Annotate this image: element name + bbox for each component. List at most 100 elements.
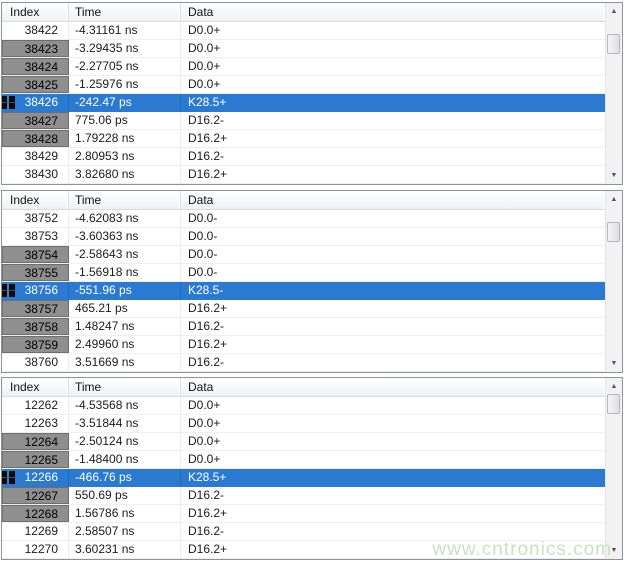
cell-data: D0.0+ — [181, 22, 605, 39]
column-header-data[interactable]: Data — [181, 378, 605, 396]
cell-time: 1.48247 ns — [69, 318, 181, 335]
table-row[interactable]: 38423 -3.29435 ns D0.0+ — [2, 40, 605, 58]
table-row[interactable]: 12262 -4.53568 ns D0.0+ — [2, 397, 605, 415]
table-row[interactable]: 12269 2.58507 ns D16.2- — [2, 523, 605, 541]
cell-data: K28.5+ — [181, 94, 605, 111]
cell-index: 38754 — [2, 246, 69, 263]
cell-index: 12264 — [2, 433, 69, 450]
cell-time: -242.47 ps — [69, 94, 181, 111]
table: Index Time Data 38752 -4.62083 ns D0.0- … — [2, 191, 605, 372]
cell-data: D0.0+ — [181, 451, 605, 468]
table-row[interactable]: 38424 -2.27705 ns D0.0+ — [2, 58, 605, 76]
cell-index: 38752 — [2, 210, 69, 227]
cell-time: 550.69 ps — [69, 487, 181, 504]
column-header-index[interactable]: Index — [2, 3, 69, 21]
table-row[interactable]: 38756 -551.96 ps K28.5- — [2, 282, 605, 300]
scroll-down-icon[interactable]: ▼ — [606, 355, 622, 372]
cell-index: 38760 — [2, 354, 69, 371]
table-row[interactable]: 38429 2.80953 ns D16.2- — [2, 148, 605, 166]
row-marker-icon — [2, 96, 15, 109]
cell-index: 38429 — [2, 148, 69, 165]
cell-data: K28.5- — [181, 282, 605, 299]
scroll-up-icon[interactable]: ▲ — [606, 191, 622, 208]
cell-time: 1.79228 ns — [69, 130, 181, 147]
cell-data: D16.2- — [181, 318, 605, 335]
table-row[interactable]: 38422 -4.31161 ns D0.0+ — [2, 22, 605, 40]
scroll-up-icon[interactable]: ▲ — [606, 378, 622, 395]
cell-time: 2.58507 ns — [69, 523, 181, 540]
cell-time: 3.51669 ns — [69, 354, 181, 371]
cell-data: D16.2+ — [181, 505, 605, 522]
column-header-time[interactable]: Time — [69, 191, 181, 209]
cell-data: D16.2- — [181, 112, 605, 129]
table-row[interactable]: 38428 1.79228 ns D16.2+ — [2, 130, 605, 148]
cell-data: D0.0- — [181, 210, 605, 227]
table-body: 38422 -4.31161 ns D0.0+ 38423 -3.29435 n… — [2, 22, 605, 184]
table-row[interactable]: 38757 465.21 ps D16.2+ — [2, 300, 605, 318]
listing-panel-3: Index Time Data 12262 -4.53568 ns D0.0+ … — [1, 377, 623, 560]
cell-time: -4.31161 ns — [69, 22, 181, 39]
vertical-scrollbar[interactable]: ▲ ▼ — [605, 378, 622, 559]
vertical-scrollbar[interactable]: ▲ ▼ — [605, 3, 622, 184]
cell-data: D16.2- — [181, 523, 605, 540]
cell-index: 38753 — [2, 228, 69, 245]
column-header-time[interactable]: Time — [69, 378, 181, 396]
cell-data: D16.2+ — [181, 166, 605, 183]
table-header: Index Time Data — [2, 3, 605, 22]
table-row[interactable]: 38754 -2.58643 ns D0.0- — [2, 246, 605, 264]
row-marker-icon — [2, 471, 15, 484]
cell-data: D0.0- — [181, 246, 605, 263]
cell-time: -2.27705 ns — [69, 58, 181, 75]
cell-data: D16.2+ — [181, 336, 605, 353]
table-row[interactable]: 12267 550.69 ps D16.2- — [2, 487, 605, 505]
table-row[interactable]: 12265 -1.48400 ns D0.0+ — [2, 451, 605, 469]
cell-data: D0.0+ — [181, 76, 605, 93]
column-header-index[interactable]: Index — [2, 378, 69, 396]
table-row[interactable]: 12270 3.60231 ns D16.2+ — [2, 541, 605, 559]
cell-data: D0.0- — [181, 264, 605, 281]
table-row[interactable]: 12268 1.56786 ns D16.2+ — [2, 505, 605, 523]
scroll-down-icon[interactable]: ▼ — [606, 542, 622, 559]
cell-time: 465.21 ps — [69, 300, 181, 317]
cell-time: -2.50124 ns — [69, 433, 181, 450]
cell-time: -4.53568 ns — [69, 397, 181, 414]
table-row[interactable]: 38760 3.51669 ns D16.2- — [2, 354, 605, 372]
cell-data: D0.0+ — [181, 433, 605, 450]
cell-time: 3.82680 ns — [69, 166, 181, 183]
table-row[interactable]: 38430 3.82680 ns D16.2+ — [2, 166, 605, 184]
column-header-time[interactable]: Time — [69, 3, 181, 21]
table-row[interactable]: 38425 -1.25976 ns D0.0+ — [2, 76, 605, 94]
scroll-up-icon[interactable]: ▲ — [606, 3, 622, 20]
cell-time: -3.60363 ns — [69, 228, 181, 245]
cell-index: 12265 — [2, 451, 69, 468]
cell-data: D0.0- — [181, 228, 605, 245]
scrollbar-thumb[interactable] — [607, 34, 620, 54]
cell-index: 38422 — [2, 22, 69, 39]
cell-time: -551.96 ps — [69, 282, 181, 299]
table-row[interactable]: 38752 -4.62083 ns D0.0- — [2, 210, 605, 228]
table-row[interactable]: 12263 -3.51844 ns D0.0+ — [2, 415, 605, 433]
scrollbar-thumb[interactable] — [607, 222, 620, 242]
table-row[interactable]: 38426 -242.47 ps K28.5+ — [2, 94, 605, 112]
cell-index: 38757 — [2, 300, 69, 317]
scrollbar-thumb[interactable] — [607, 394, 620, 414]
table-row[interactable]: 38759 2.49960 ns D16.2+ — [2, 336, 605, 354]
cell-data: D16.2- — [181, 487, 605, 504]
scroll-down-icon[interactable]: ▼ — [606, 167, 622, 184]
table-header: Index Time Data — [2, 191, 605, 210]
column-header-data[interactable]: Data — [181, 191, 605, 209]
table-row[interactable]: 12266 -466.76 ps K28.5+ — [2, 469, 605, 487]
table-row[interactable]: 38753 -3.60363 ns D0.0- — [2, 228, 605, 246]
table-row[interactable]: 38427 775.06 ps D16.2- — [2, 112, 605, 130]
column-header-data[interactable]: Data — [181, 3, 605, 21]
vertical-scrollbar[interactable]: ▲ ▼ — [605, 191, 622, 372]
table-row[interactable]: 38755 -1.56918 ns D0.0- — [2, 264, 605, 282]
table: Index Time Data 12262 -4.53568 ns D0.0+ … — [2, 378, 605, 559]
cell-data: D0.0+ — [181, 58, 605, 75]
column-header-index[interactable]: Index — [2, 191, 69, 209]
cell-time: 3.60231 ns — [69, 541, 181, 558]
table-row[interactable]: 12264 -2.50124 ns D0.0+ — [2, 433, 605, 451]
cell-data: D16.2+ — [181, 541, 605, 558]
table-row[interactable]: 38758 1.48247 ns D16.2- — [2, 318, 605, 336]
row-marker-icon — [2, 284, 15, 297]
